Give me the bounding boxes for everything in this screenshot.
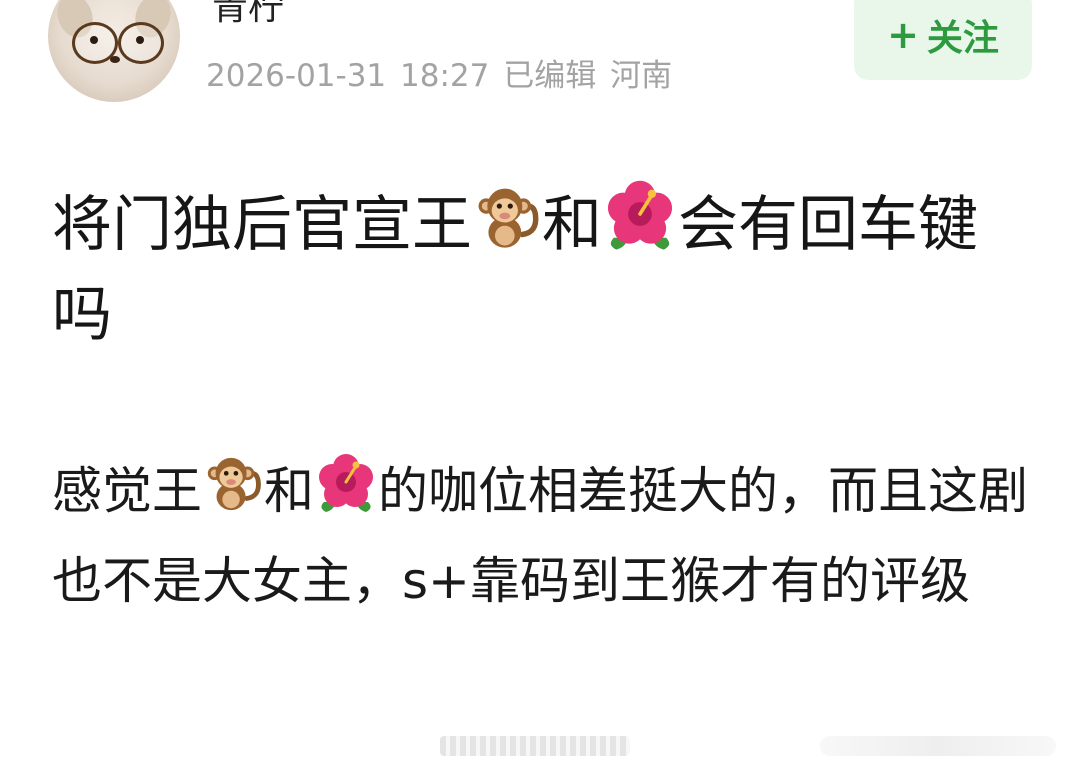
title-text-2: 和 — [542, 189, 602, 260]
post-edited-label: 已编辑 — [503, 58, 597, 94]
hibiscus-icon — [607, 180, 673, 250]
body-text-1: 感觉王 — [52, 462, 202, 520]
post-location: 河南 — [610, 58, 673, 94]
author-name[interactable]: 青柠 — [212, 0, 284, 30]
post-timestamp: 2026-01-31 18:27 — [206, 58, 490, 94]
plus-icon: + — [887, 13, 919, 57]
title-text-1: 将门独后官宣王 — [52, 189, 472, 260]
blurred-watermark — [440, 736, 630, 756]
avatar-eye-right — [136, 36, 144, 44]
monkey-icon — [478, 188, 539, 248]
avatar-nose — [110, 56, 120, 63]
post-title: 将门独后官宣王和会有回车键吗 — [52, 176, 1012, 360]
avatar[interactable] — [48, 0, 180, 102]
hibiscus-icon — [319, 454, 373, 512]
monkey-icon — [207, 457, 261, 511]
avatar-eye-left — [90, 36, 98, 44]
follow-button[interactable]: + 关注 — [854, 0, 1032, 80]
body-text-2: 和 — [264, 462, 314, 520]
post-header: 青柠 2026-01-31 18:27 已编辑 河南 + 关注 — [0, 0, 1076, 120]
follow-button-label: 关注 — [926, 18, 999, 59]
blurred-watermark-right — [820, 736, 1056, 756]
post-meta: 2026-01-31 18:27 已编辑 河南 — [206, 50, 672, 95]
post-body: 感觉王和的咖位相差挺大的，而且这剧也不是大女主，s+靠码到王猴才有的评级 — [52, 446, 1042, 626]
